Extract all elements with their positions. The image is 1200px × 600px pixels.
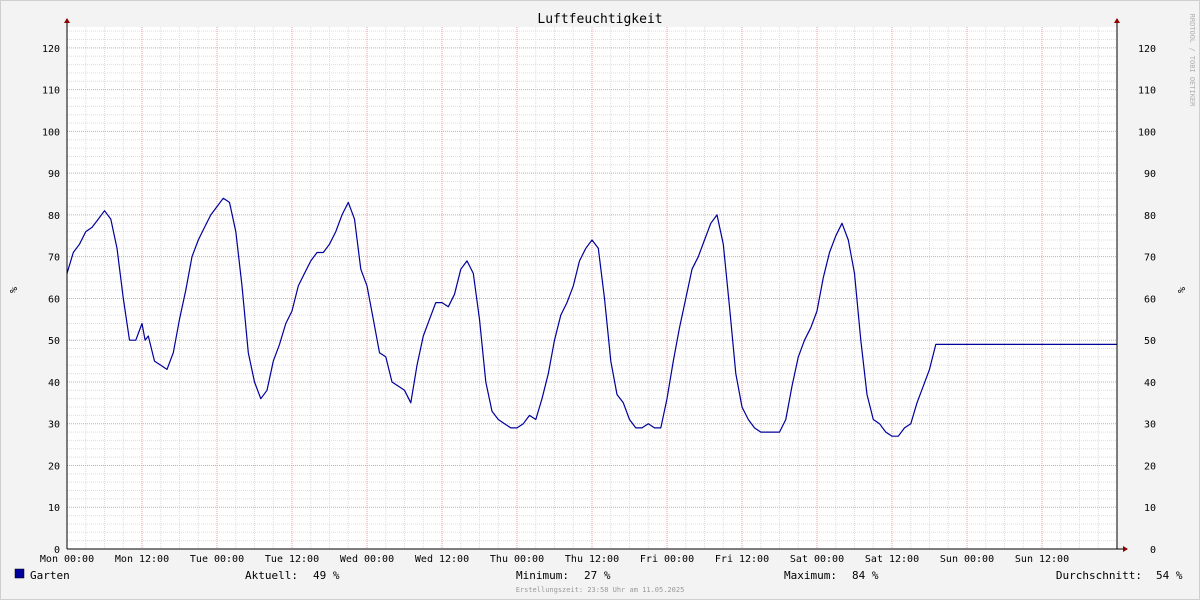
x-tick-label: Mon 00:00 [40,554,94,565]
y-tick-label-left: 70 [48,253,60,264]
y-tick-label-left: 50 [48,336,60,347]
y-tick-label-left: 110 [42,86,60,97]
x-tick-label: Mon 12:00 [115,554,169,565]
y-tick-label-right: 100 [1138,127,1156,138]
x-tick-label: Fri 12:00 [715,554,769,565]
y-tick-label-left: 30 [48,420,60,431]
y-tick-label-left: 60 [48,294,60,305]
y-tick-label-left: 100 [42,127,60,138]
y-tick-label-right: 0 [1150,545,1156,556]
y-tick-label-left: 40 [48,378,60,389]
legend-minimum-label: Minimum: [516,569,569,582]
rrdtool-credit: RRDTOOL / TOBI OETIKER [1188,14,1196,108]
x-tick-label: Wed 00:00 [340,554,394,565]
legend-swatch-garten [14,568,25,579]
y-tick-label-right: 20 [1144,461,1156,472]
y-tick-label-right: 120 [1138,44,1156,55]
legend-aktuell-value: 49 % [313,569,340,582]
x-tick-label: Tue 12:00 [265,554,319,565]
y-tick-label-right: 60 [1144,294,1156,305]
y-axis-label-left: % [7,287,18,293]
legend-maximum-value: 84 % [852,569,879,582]
y-tick-label-left: 20 [48,461,60,472]
legend-minimum-value: 27 % [584,569,611,582]
humidity-chart: Luftfeuchtigkeit % % RRDTOOL / TOBI OETI… [0,0,1200,600]
creation-time: Erstellungszeit: 23:58 Uhr am 11.05.2025 [516,586,685,594]
y-tick-label-right: 110 [1138,86,1156,97]
y-tick-label-right: 40 [1144,378,1156,389]
y-axis-label-right: % [1175,287,1186,293]
y-tick-label-left: 120 [42,44,60,55]
x-tick-label: Wed 12:00 [415,554,469,565]
x-tick-label: Sun 00:00 [940,554,994,565]
y-tick-label-left: 80 [48,211,60,222]
y-tick-label-right: 70 [1144,253,1156,264]
x-tick-label: Fri 00:00 [640,554,694,565]
y-axis-arrow-left [64,18,70,23]
y-tick-label-left: 90 [48,169,60,180]
y-tick-label-left: 10 [48,503,60,514]
y-tick-label-right: 80 [1144,211,1156,222]
chart-title: Luftfeuchtigkeit [537,12,662,27]
x-tick-label: Sat 12:00 [865,554,919,565]
x-tick-label: Thu 00:00 [490,554,544,565]
x-tick-label: Sun 12:00 [1015,554,1069,565]
y-tick-label-right: 90 [1144,169,1156,180]
x-tick-label: Tue 00:00 [190,554,244,565]
legend-maximum-label: Maximum: [784,569,837,582]
legend-durchschnitt-value: 54 % [1156,569,1183,582]
x-axis-arrow [1123,546,1128,552]
y-tick-label-right: 50 [1144,336,1156,347]
y-tick-label-right: 10 [1144,503,1156,514]
y-tick-label-right: 30 [1144,420,1156,431]
legend-series-name: Garten [30,569,70,582]
chart-window: Luftfeuchtigkeit % % RRDTOOL / TOBI OETI… [0,0,1200,600]
x-tick-label: Thu 12:00 [565,554,619,565]
legend-durchschnitt-label: Durchschnitt: [1056,569,1142,582]
y-axis-arrow-right [1114,18,1120,23]
legend-aktuell-label: Aktuell: [245,569,298,582]
x-tick-label: Sat 00:00 [790,554,844,565]
